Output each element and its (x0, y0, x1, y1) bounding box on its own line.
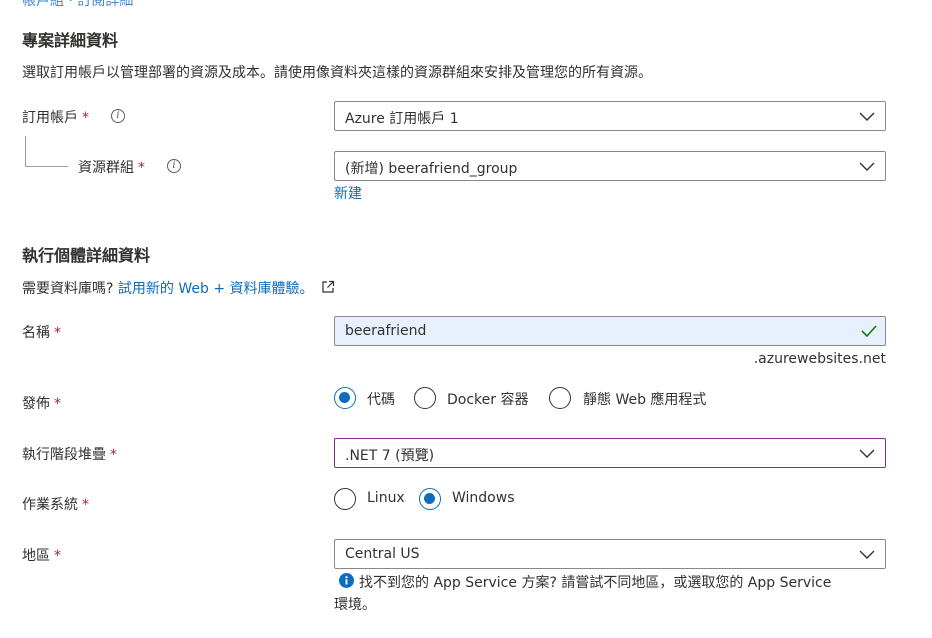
runtime-stack-label-text: 執行階段堆疊 (22, 447, 106, 463)
os-windows-radio[interactable] (419, 488, 441, 510)
checkmark-icon (861, 325, 877, 338)
info-icon[interactable]: i (167, 159, 181, 173)
info-filled-icon (339, 573, 354, 588)
resource-group-label: 資源群組 * (78, 157, 145, 177)
runtime-stack-value: .NET 7 (預覽) (345, 448, 435, 464)
publish-static-web-radio[interactable] (549, 387, 571, 409)
try-web-database-link[interactable]: 試用新的 Web + 資料庫體驗。 (118, 281, 314, 297)
os-windows-label[interactable]: Windows (452, 490, 515, 506)
runtime-stack-dropdown[interactable]: .NET 7 (預覽) (334, 438, 886, 468)
os-linux-radio[interactable] (334, 488, 356, 510)
required-marker: * (82, 497, 89, 513)
name-label-text: 名稱 (22, 325, 50, 341)
region-label: 地區 * (22, 545, 61, 565)
required-marker: * (54, 325, 61, 341)
region-value: Central US (345, 546, 420, 562)
publish-label-text: 發佈 (22, 396, 50, 412)
tree-connector (25, 136, 68, 167)
required-marker: * (54, 396, 61, 412)
project-details-description: 選取訂用帳戶以管理部署的資源及成本。請使用像資料夾這樣的資源群組來安排及管理您的… (22, 65, 652, 81)
region-label-text: 地區 (22, 548, 50, 564)
instance-details-heading: 執行個體詳細資料 (22, 246, 151, 265)
info-icon[interactable]: i (111, 109, 125, 123)
subscription-label: 訂用帳戶 * (22, 107, 89, 127)
subscription-dropdown[interactable]: Azure 訂用帳戶 1 (334, 101, 886, 131)
os-label: 作業系統 * (22, 494, 89, 514)
required-marker: * (82, 110, 89, 126)
database-prompt-text: 需要資料庫嗎? (22, 281, 114, 297)
project-details-heading: 專案詳細資料 (22, 31, 119, 50)
required-marker: * (110, 447, 117, 463)
chevron-down-icon (859, 112, 875, 121)
publish-code-radio[interactable] (334, 387, 356, 409)
publish-label: 發佈 * (22, 393, 61, 413)
breadcrumb: 帳戶組 · 訂閱詳細 (22, 0, 134, 9)
database-prompt: 需要資料庫嗎? 試用新的 Web + 資料庫體驗。 (22, 278, 335, 298)
create-new-resource-group-link[interactable]: 新建 (334, 183, 362, 203)
region-info-line2: 環境。 (334, 597, 376, 613)
required-marker: * (138, 160, 145, 176)
os-label-text: 作業系統 (22, 497, 78, 513)
chevron-down-icon (859, 162, 875, 171)
resource-group-label-text: 資源群組 (78, 160, 134, 176)
publish-docker-radio[interactable] (414, 387, 436, 409)
subscription-value: Azure 訂用帳戶 1 (345, 111, 459, 127)
external-link-icon[interactable] (321, 280, 335, 294)
os-linux-label[interactable]: Linux (367, 490, 405, 506)
chevron-down-icon (859, 550, 875, 559)
chevron-down-icon (859, 449, 875, 458)
resource-group-value: (新增) beerafriend_group (345, 161, 518, 177)
region-info-line1: 找不到您的 App Service 方案? 請嘗試不同地區，或選取您的 App … (359, 575, 832, 591)
region-dropdown[interactable]: Central US (334, 539, 886, 569)
publish-code-label[interactable]: 代碼 (367, 389, 395, 409)
subscription-label-text: 訂用帳戶 (22, 110, 78, 126)
app-name-value: beerafriend (345, 323, 427, 339)
required-marker: * (54, 548, 61, 564)
resource-group-dropdown[interactable]: (新增) beerafriend_group (334, 151, 886, 181)
publish-docker-label[interactable]: Docker 容器 (447, 389, 528, 409)
app-name-input[interactable]: beerafriend (334, 316, 886, 346)
runtime-stack-label: 執行階段堆疊 * (22, 444, 117, 464)
name-label: 名稱 * (22, 322, 61, 342)
publish-static-web-label[interactable]: 靜態 Web 應用程式 (583, 389, 706, 409)
domain-suffix: .azurewebsites.net (753, 351, 886, 367)
